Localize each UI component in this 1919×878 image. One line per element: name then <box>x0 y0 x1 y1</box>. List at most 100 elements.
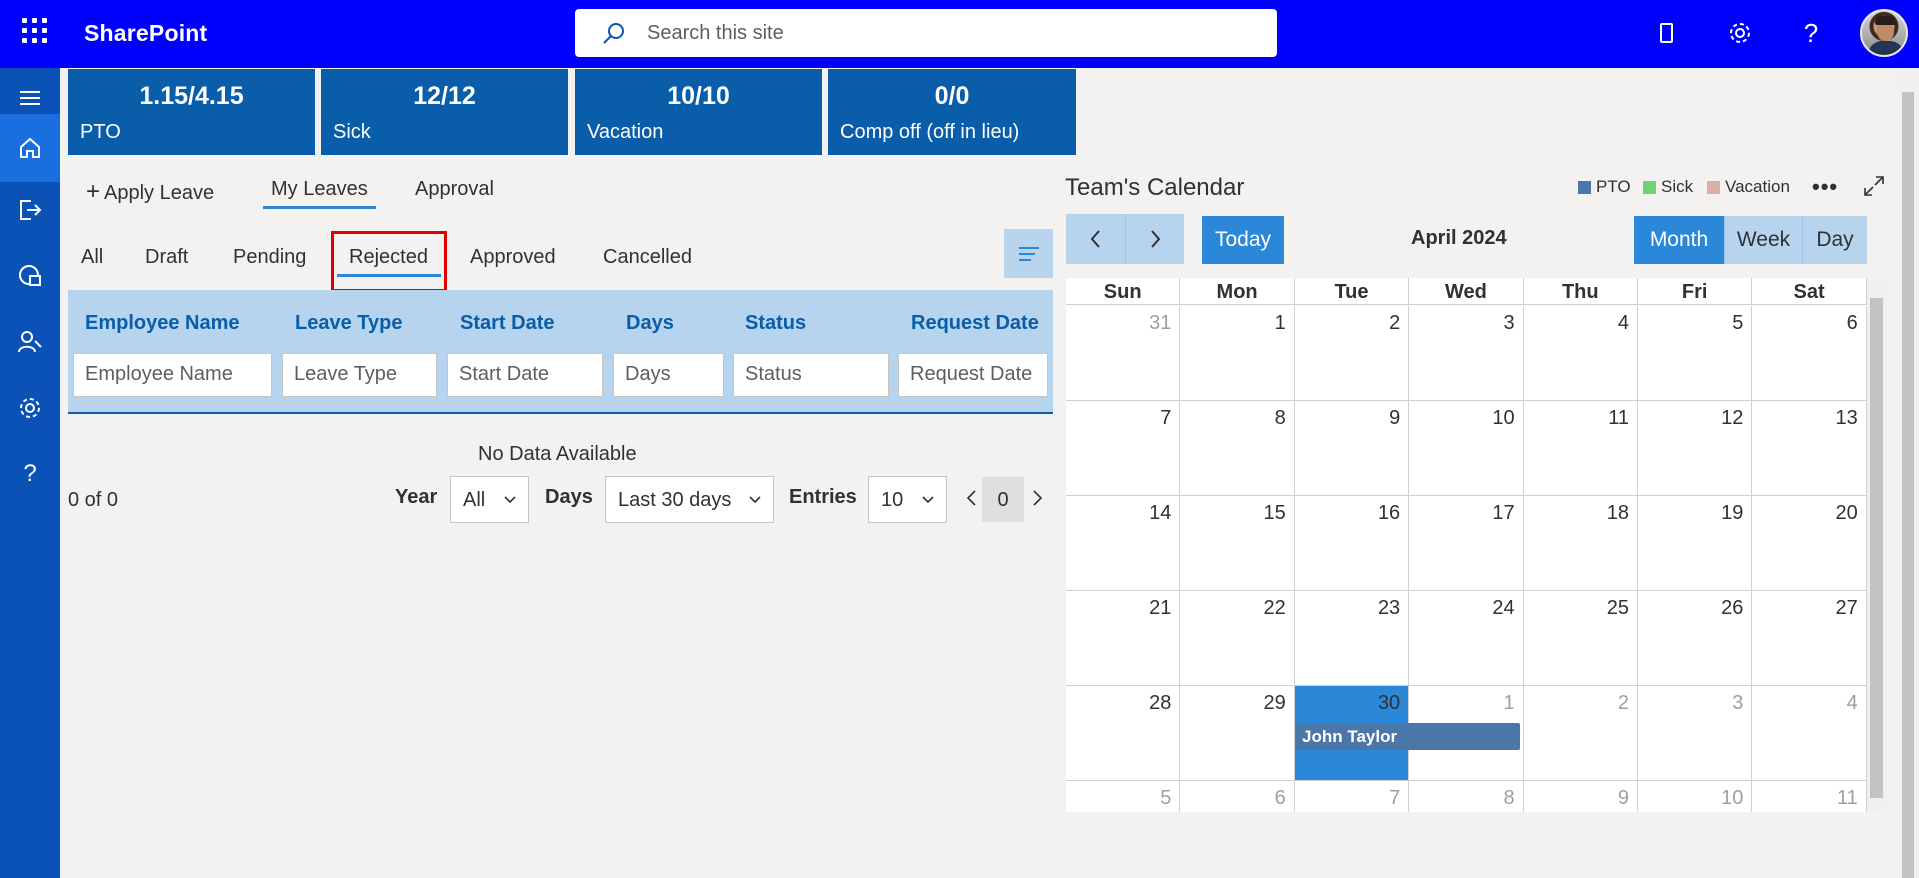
site-brand[interactable]: SharePoint <box>84 20 207 47</box>
calendar-day-cell[interactable]: 9 <box>1523 781 1638 812</box>
calendar-day-cell[interactable]: 12 <box>1638 401 1753 496</box>
days-filter[interactable]: Days <box>613 353 724 397</box>
today-button[interactable]: Today <box>1202 216 1284 264</box>
scrollbar-thumb[interactable] <box>1902 92 1914 878</box>
prev-month-button[interactable] <box>1066 214 1125 264</box>
col-status[interactable]: Status <box>745 312 806 335</box>
calendar-day-cell[interactable]: 10 <box>1638 781 1753 812</box>
view-week-button[interactable]: Week <box>1724 216 1802 264</box>
help-icon[interactable]: ? <box>1794 16 1828 50</box>
calendar-day-cell[interactable]: 3 <box>1409 306 1524 401</box>
calendar-day-cell[interactable]: 11 <box>1752 781 1867 812</box>
employee-name-filter[interactable]: Employee Name <box>73 353 272 397</box>
entries-dropdown[interactable]: 10 <box>868 476 947 523</box>
calendar-day-cell[interactable]: 10 <box>1409 401 1524 496</box>
col-days[interactable]: Days <box>626 312 674 335</box>
tab-my-leaves[interactable]: My Leaves <box>263 178 376 209</box>
subtab-cancelled[interactable]: Cancelled <box>603 246 692 269</box>
calendar-scrollbar[interactable] <box>1867 278 1886 812</box>
status-filter[interactable]: Status <box>733 353 889 397</box>
day-number: 8 <box>1503 787 1515 809</box>
calendar-day-cell[interactable]: 8 <box>1409 781 1524 812</box>
tab-approval[interactable]: Approval <box>415 178 494 201</box>
user-avatar[interactable] <box>1860 9 1908 57</box>
weekday-header: Fri <box>1638 278 1753 305</box>
calendar-day-cell[interactable]: 13 <box>1752 401 1867 496</box>
help-icon[interactable]: ? <box>0 444 60 504</box>
calendar-day-cell[interactable]: 24 <box>1409 591 1524 686</box>
chevron-left-icon[interactable] <box>964 488 980 508</box>
calendar-day-cell[interactable]: 2 <box>1523 686 1638 781</box>
calendar-day-cell[interactable]: 2 <box>1294 306 1410 401</box>
col-start-date[interactable]: Start Date <box>460 312 554 335</box>
user-manage-icon[interactable] <box>0 312 60 372</box>
calendar-day-cell[interactable]: 25 <box>1523 591 1638 686</box>
calendar-day-cell[interactable]: 21 <box>1066 591 1181 686</box>
calendar-day-cell[interactable]: 15 <box>1180 496 1295 591</box>
view-day-button[interactable]: Day <box>1802 216 1867 264</box>
home-icon[interactable] <box>0 114 60 182</box>
settings-gear-icon[interactable] <box>1723 16 1757 50</box>
day-number: 26 <box>1721 597 1744 619</box>
calendar-day-cell[interactable]: 7 <box>1066 401 1181 496</box>
calendar-day-cell[interactable]: 5 <box>1066 781 1181 812</box>
day-number: 9 <box>1389 407 1401 429</box>
page-scrollbar[interactable] <box>1897 68 1919 878</box>
day-number: 11 <box>1608 407 1629 429</box>
calendar-day-cell[interactable]: 4 <box>1523 306 1638 401</box>
calendar-day-cell[interactable]: 6 <box>1180 781 1295 812</box>
view-month-button[interactable]: Month <box>1634 216 1724 264</box>
apply-leave-button[interactable]: + Apply Leave <box>86 178 214 206</box>
settings-icon[interactable] <box>0 378 60 438</box>
calendar-day-cell[interactable]: 4 <box>1752 686 1867 781</box>
calendar-globe-icon[interactable] <box>0 246 60 306</box>
calendar-day-cell[interactable]: 29 <box>1180 686 1295 781</box>
page-number[interactable]: 0 <box>982 477 1024 522</box>
calendar-day-cell[interactable]: 8 <box>1180 401 1295 496</box>
day-number: 13 <box>1835 407 1858 429</box>
app-launcher-icon[interactable] <box>22 18 48 44</box>
calendar-day-cell[interactable]: 6 <box>1752 306 1867 401</box>
leave-type-filter[interactable]: Leave Type <box>282 353 437 397</box>
next-month-button[interactable] <box>1125 214 1184 264</box>
mobile-icon[interactable] <box>1650 16 1684 50</box>
days-dropdown[interactable]: Last 30 days <box>605 476 774 523</box>
calendar-day-cell[interactable]: 28 <box>1066 686 1181 781</box>
calendar-day-cell[interactable]: 3 <box>1638 686 1753 781</box>
expand-icon[interactable] <box>1862 174 1886 198</box>
start-date-filter[interactable]: Start Date <box>447 353 603 397</box>
col-leave-type[interactable]: Leave Type <box>295 312 402 335</box>
request-date-filter[interactable]: Request Date <box>898 353 1048 397</box>
col-employee-name[interactable]: Employee Name <box>85 312 240 335</box>
calendar-day-cell[interactable]: 18 <box>1523 496 1638 591</box>
calendar-day-cell[interactable]: 31 <box>1066 306 1181 401</box>
subtab-draft[interactable]: Draft <box>145 246 188 269</box>
calendar-day-cell[interactable]: 7 <box>1294 781 1410 812</box>
calendar-day-cell[interactable]: 11 <box>1523 401 1638 496</box>
year-dropdown[interactable]: All <box>450 476 529 523</box>
subtab-all[interactable]: All <box>81 246 103 269</box>
calendar-day-cell[interactable]: 17 <box>1409 496 1524 591</box>
calendar-event[interactable]: John Taylor <box>1296 723 1520 750</box>
calendar-day-cell[interactable]: 9 <box>1294 401 1410 496</box>
calendar-day-cell[interactable]: 23 <box>1294 591 1410 686</box>
more-options-icon[interactable]: ••• <box>1812 174 1838 200</box>
filter-toggle-button[interactable] <box>1004 229 1053 278</box>
calendar-day-cell[interactable]: 27 <box>1752 591 1867 686</box>
subtab-pending[interactable]: Pending <box>233 246 306 269</box>
calendar-day-cell[interactable]: 14 <box>1066 496 1181 591</box>
calendar-day-cell[interactable]: 22 <box>1180 591 1295 686</box>
calendar-day-cell[interactable]: 19 <box>1638 496 1753 591</box>
scrollbar-thumb[interactable] <box>1870 298 1883 798</box>
day-number: 23 <box>1377 597 1401 619</box>
calendar-day-cell[interactable]: 16 <box>1294 496 1410 591</box>
calendar-day-cell[interactable]: 5 <box>1638 306 1753 401</box>
calendar-day-cell[interactable]: 26 <box>1638 591 1753 686</box>
calendar-day-cell[interactable]: 20 <box>1752 496 1867 591</box>
search-box[interactable]: Search this site <box>575 9 1277 57</box>
chevron-right-icon[interactable] <box>1029 488 1045 508</box>
sign-out-icon[interactable] <box>0 180 60 240</box>
col-request-date[interactable]: Request Date <box>911 312 1039 335</box>
calendar-day-cell[interactable]: 1 <box>1180 306 1295 401</box>
subtab-approved[interactable]: Approved <box>470 246 556 269</box>
